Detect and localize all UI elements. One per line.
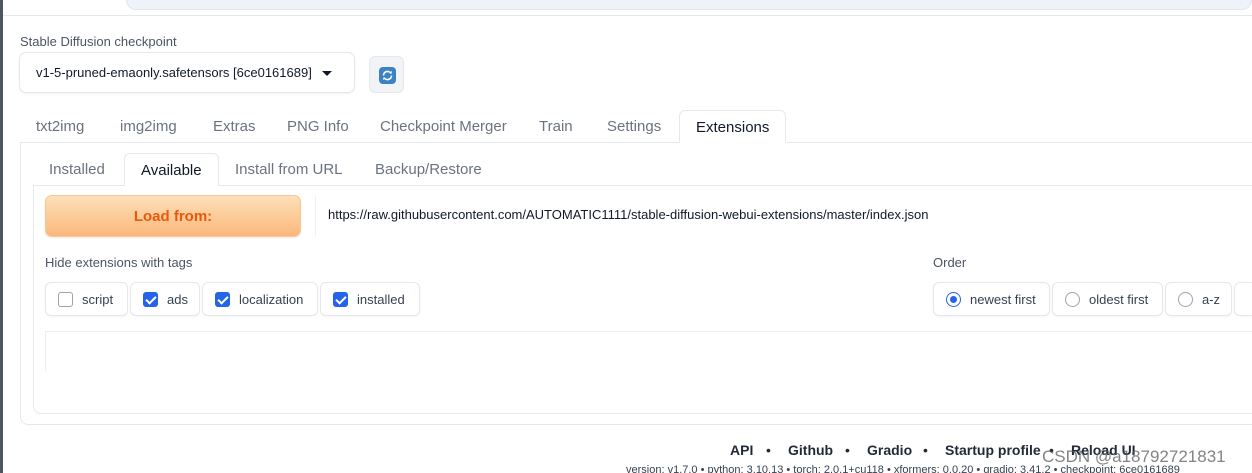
subtab-available[interactable]: Available [124, 153, 219, 186]
checkbox-checked[interactable] [215, 292, 230, 307]
radio-unselected[interactable] [1178, 292, 1193, 307]
order-radio-a-z[interactable]: a-z [1165, 282, 1232, 316]
refresh-icon [379, 67, 396, 84]
checkbox-checked[interactable] [333, 292, 348, 307]
order-label-text: oldest first [1089, 292, 1149, 307]
subtab-backup-restore[interactable]: Backup/Restore [375, 153, 482, 186]
order-radio-oldest-first[interactable]: oldest first [1052, 282, 1163, 316]
chevron-down-icon [322, 71, 332, 76]
subtab-install-from-url[interactable]: Install from URL [235, 153, 343, 186]
tab-extensions[interactable]: Extensions [679, 110, 787, 143]
index-url-input[interactable]: https://raw.githubusercontent.com/AUTOMA… [315, 195, 1252, 237]
checkbox-checked[interactable] [143, 292, 158, 307]
footer-separator: • [845, 442, 850, 458]
tag-label: script [82, 292, 114, 307]
load-from-button[interactable]: Load from: [45, 195, 301, 237]
order-label-text: newest first [970, 292, 1036, 307]
footer-link-startup-profile[interactable]: Startup profile [945, 442, 1041, 458]
footer-separator: • [766, 442, 771, 458]
tab-txt2img[interactable]: txt2img [36, 110, 84, 143]
tag-checkbox-installed[interactable]: installed [320, 282, 420, 316]
hide-tags-label: Hide extensions with tags [45, 255, 193, 270]
tag-checkbox-localization[interactable]: localization [202, 282, 318, 316]
footer-link-github[interactable]: Github [788, 442, 833, 458]
tag-label: localization [239, 292, 304, 307]
footer-link-api[interactable]: API [730, 442, 753, 458]
order-label-text: a-z [1202, 292, 1221, 307]
checkbox-unchecked[interactable] [58, 292, 73, 307]
top-strip-pill [126, 0, 1252, 10]
left-edge [0, 0, 3, 473]
tab-settings[interactable]: Settings [607, 110, 661, 143]
index-url-value: https://raw.githubusercontent.com/AUTOMA… [328, 207, 929, 222]
tab-img2img[interactable]: img2img [120, 110, 177, 143]
order-radio-newest-first[interactable]: newest first [933, 282, 1050, 316]
tab-checkpoint-merger[interactable]: Checkpoint Merger [380, 110, 507, 143]
checkpoint-value: v1-5-pruned-emaonly.safetensors [6ce0161… [36, 65, 312, 80]
extensions-results-area [45, 331, 1252, 371]
checkpoint-label: Stable Diffusion checkpoint [20, 34, 177, 49]
tag-checkbox-ads[interactable]: ads [130, 282, 200, 316]
tag-checkbox-script[interactable]: script [45, 282, 128, 316]
subtab-installed[interactable]: Installed [49, 153, 105, 186]
order-radio-more-clipped[interactable] [1234, 282, 1252, 316]
footer-link-gradio[interactable]: Gradio [867, 442, 912, 458]
tab-png-info[interactable]: PNG Info [287, 110, 349, 143]
tab-extras[interactable]: Extras [213, 110, 256, 143]
watermark: CSDN @a18792721831 [1042, 447, 1226, 466]
tag-label: ads [167, 292, 188, 307]
radio-selected[interactable] [946, 292, 961, 307]
checkpoint-dropdown[interactable]: v1-5-pruned-emaonly.safetensors [6ce0161… [19, 52, 355, 93]
order-label: Order [933, 255, 967, 270]
footer-separator: • [923, 442, 928, 458]
tag-label: installed [357, 292, 405, 307]
refresh-checkpoints-button[interactable] [369, 56, 404, 93]
radio-unselected[interactable] [1065, 292, 1080, 307]
tab-train[interactable]: Train [539, 110, 573, 143]
top-strip [0, 0, 1252, 16]
